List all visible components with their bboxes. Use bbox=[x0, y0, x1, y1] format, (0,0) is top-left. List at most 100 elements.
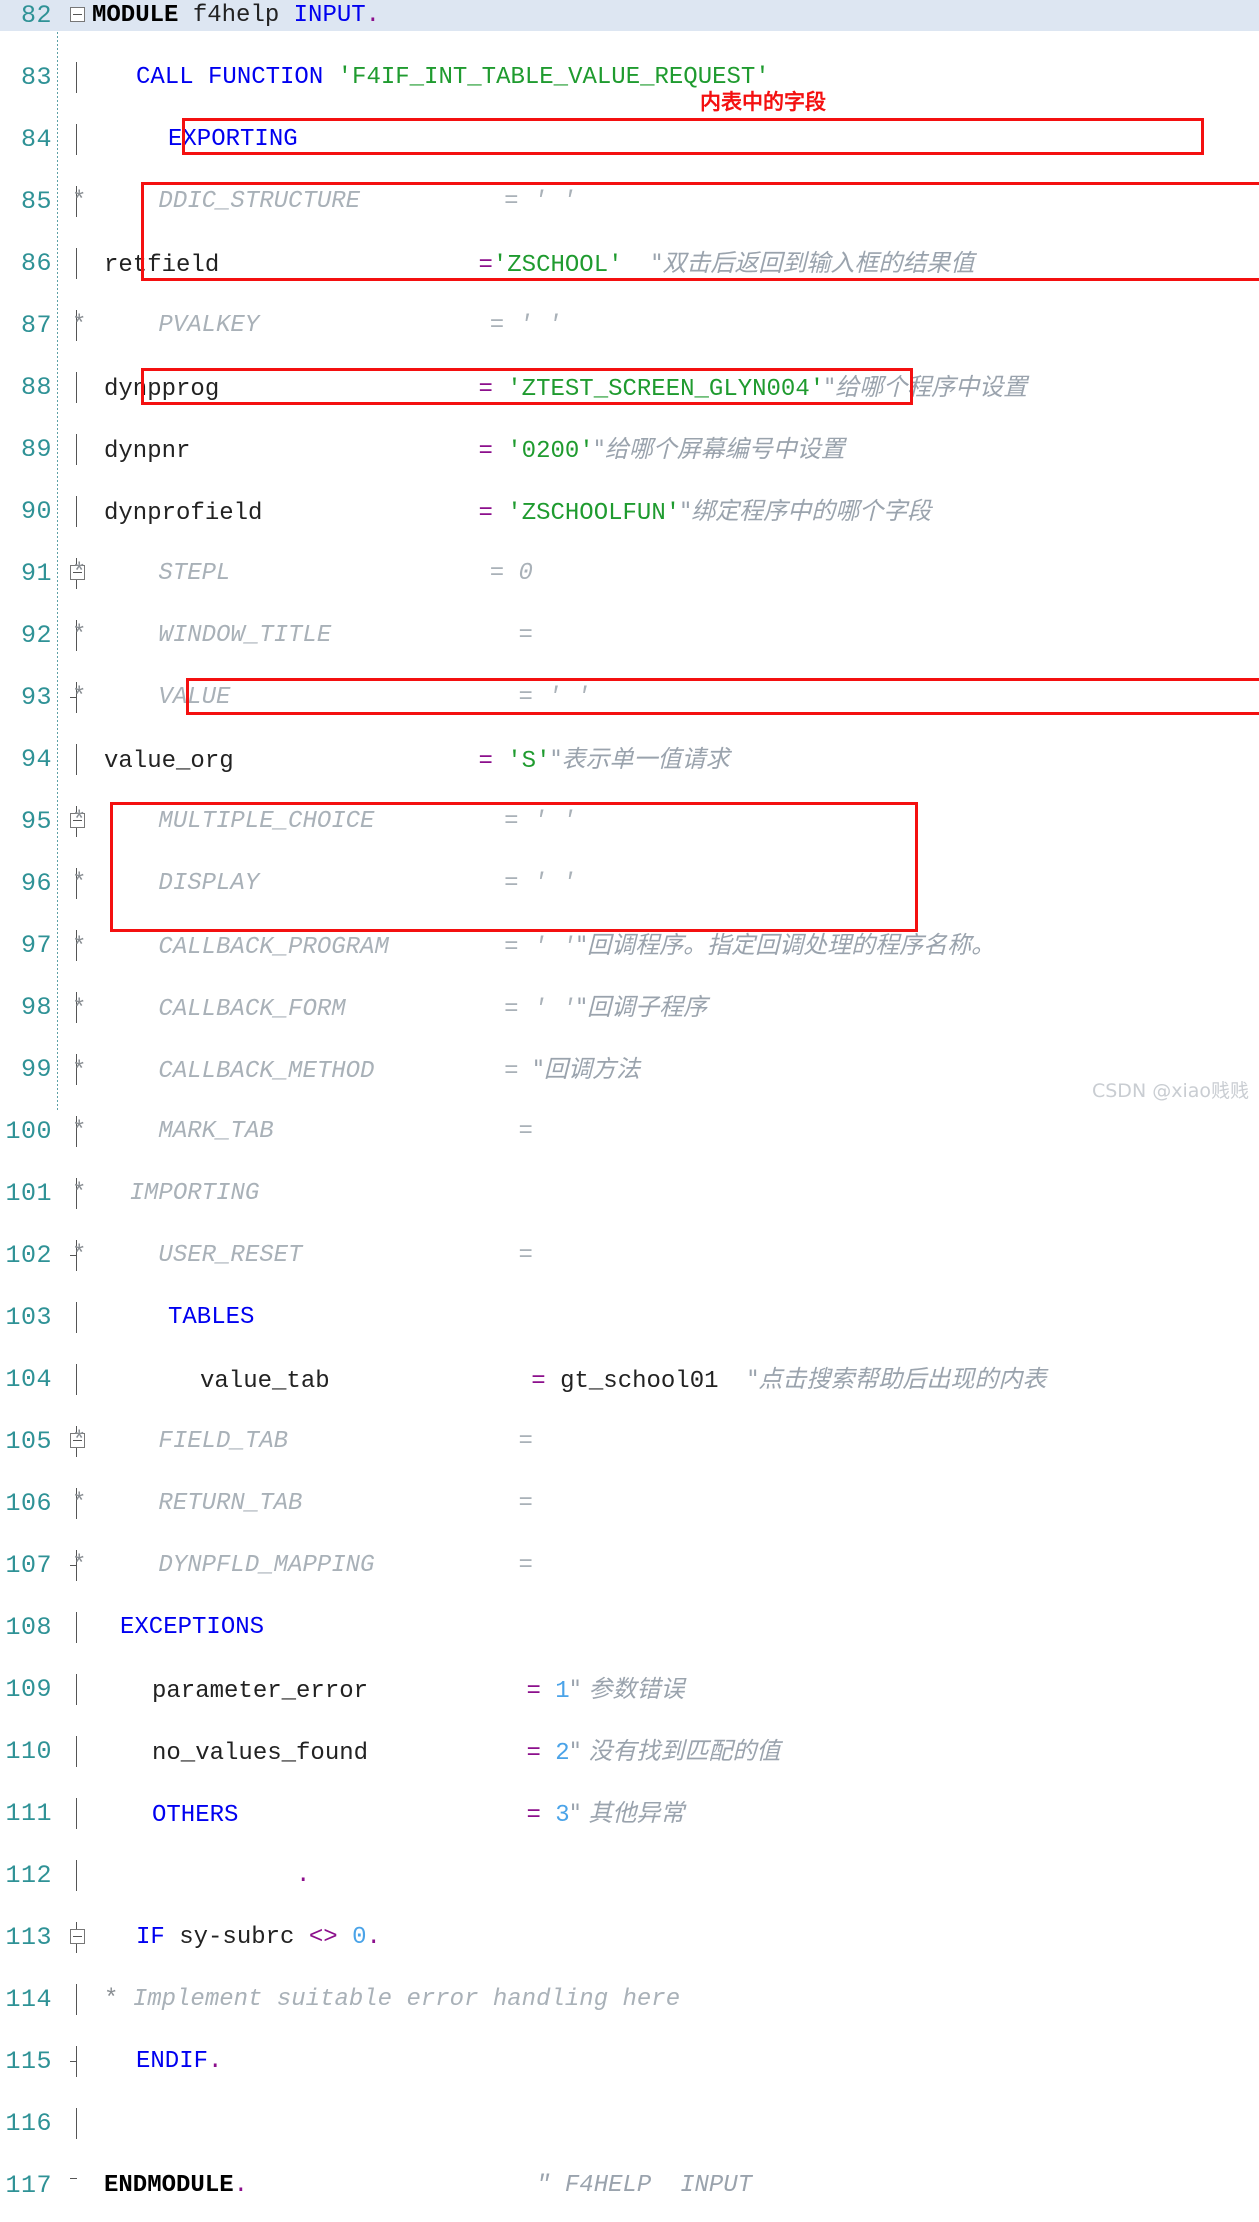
code-line-83[interactable]: 83 CALL FUNCTION 'F4IF_INT_TABLE_VALUE_R… bbox=[0, 62, 1259, 93]
code-text-93: * VALUE = ' ' bbox=[72, 682, 591, 713]
code-text-100: * MARK_TAB = bbox=[72, 1116, 533, 1147]
token-param: value_tab bbox=[200, 1368, 330, 1395]
fold-guide-83 bbox=[62, 62, 92, 93]
code-line-84[interactable]: 84 EXPORTING bbox=[0, 124, 1259, 155]
token-value: ' ' bbox=[547, 684, 591, 711]
line-number: 101 bbox=[5, 1179, 52, 1208]
code-line-96[interactable]: 96 * DISPLAY = ' ' bbox=[0, 868, 1259, 899]
code-text-109: parameter_error = 1" 参数错误 bbox=[152, 1674, 684, 1705]
line-number: 104 bbox=[5, 1365, 52, 1394]
token-comment: "回调方法 bbox=[532, 1055, 640, 1083]
token-comment-star: * bbox=[72, 1118, 87, 1145]
token-param: retfield bbox=[104, 252, 220, 279]
code-text-89: dynpnr = '0200'"给哪个屏幕编号中设置 bbox=[104, 434, 845, 465]
code-line-98[interactable]: 98 * CALLBACK_FORM = ' '"回调子程序 bbox=[0, 992, 1259, 1023]
token-period: . bbox=[296, 1862, 311, 1889]
code-line-115[interactable]: 115 ENDIF. bbox=[0, 2046, 1259, 2077]
token-equals: = bbox=[504, 808, 519, 835]
token-number: 3 bbox=[555, 1802, 570, 1829]
code-line-104[interactable]: 104 value_tab = gt_school01 "点击搜索帮助后出现的内… bbox=[0, 1364, 1259, 1395]
code-line-82[interactable]: 82 MODULE f4help INPUT. bbox=[0, 0, 1259, 31]
token-comment-star: * bbox=[72, 312, 87, 339]
line-number: 90 bbox=[20, 497, 52, 526]
code-line-99[interactable]: 99 * CALLBACK_METHOD = "回调方法 bbox=[0, 1054, 1259, 1085]
code-line-101[interactable]: 101 * IMPORTING bbox=[0, 1178, 1259, 1209]
code-text-107: * DYNPFLD_MAPPING = bbox=[72, 1550, 533, 1581]
token-keyword: OTHERS bbox=[152, 1802, 239, 1829]
code-line-103[interactable]: 103 TABLES bbox=[0, 1302, 1259, 1333]
line-number: 89 bbox=[20, 435, 52, 464]
code-line-109[interactable]: 109 parameter_error = 1" 参数错误 bbox=[0, 1674, 1259, 1705]
fold-guide-116 bbox=[62, 2108, 92, 2139]
fold-marker-113[interactable] bbox=[62, 1922, 92, 1953]
code-line-111[interactable]: 111 OTHERS = 3" 其他异常 bbox=[0, 1798, 1259, 1829]
line-number: 108 bbox=[5, 1613, 52, 1642]
fold-marker-82[interactable] bbox=[62, 0, 92, 31]
code-line-90[interactable]: 90 dynprofield = 'ZSCHOOLFUN'"绑定程序中的哪个字段 bbox=[0, 496, 1259, 527]
code-line-89[interactable]: 89 dynpnr = '0200'"给哪个屏幕编号中设置 bbox=[0, 434, 1259, 465]
code-line-105[interactable]: 105 * FIELD_TAB = bbox=[0, 1426, 1259, 1457]
code-line-102[interactable]: 102 * USER_RESET = bbox=[0, 1240, 1259, 1271]
token-param: dynpnr bbox=[104, 438, 191, 465]
token-equals: = bbox=[504, 1058, 519, 1085]
line-number: 111 bbox=[5, 1799, 52, 1828]
code-text-111: OTHERS = 3" 其他异常 bbox=[152, 1798, 684, 1829]
line-number: 97 bbox=[20, 931, 52, 960]
fold-guide-94 bbox=[62, 744, 92, 775]
code-line-107[interactable]: 107 * DYNPFLD_MAPPING = bbox=[0, 1550, 1259, 1581]
token-number: 1 bbox=[555, 1678, 570, 1705]
fold-guide-84 bbox=[62, 124, 92, 155]
code-line-91[interactable]: 91 * STEPL = 0 bbox=[0, 558, 1259, 589]
token-comment-star: * bbox=[72, 1428, 87, 1455]
line-number: 96 bbox=[20, 869, 52, 898]
token-param: CALLBACK_FORM bbox=[158, 996, 346, 1023]
fold-guide-86 bbox=[62, 248, 92, 279]
code-line-108[interactable]: 108 EXCEPTIONS bbox=[0, 1612, 1259, 1643]
code-text-88: dynpprog = 'ZTEST_SCREEN_GLYN004'"给哪个程序中… bbox=[104, 372, 1027, 403]
token-comment-star: * bbox=[72, 1552, 87, 1579]
code-line-112[interactable]: 112 . bbox=[0, 1860, 1259, 1891]
token-comment: " 其他异常 bbox=[569, 1799, 685, 1827]
token-equals: = bbox=[518, 1490, 533, 1517]
code-line-92[interactable]: 92 * WINDOW_TITLE = bbox=[0, 620, 1259, 651]
token-string: 'ZSCHOOL' bbox=[492, 252, 623, 279]
token-equals: = bbox=[518, 1552, 533, 1579]
code-line-117[interactable]: 117 ENDMODULE. " F4HELP INPUT bbox=[0, 2170, 1259, 2201]
code-line-106[interactable]: 106 * RETURN_TAB = bbox=[0, 1488, 1259, 1519]
code-line-94[interactable]: 94 value_org = 'S'"表示单一值请求 bbox=[0, 744, 1259, 775]
code-line-110[interactable]: 110 no_values_found = 2" 没有找到匹配的值 bbox=[0, 1736, 1259, 1767]
line-number: 99 bbox=[20, 1055, 52, 1084]
token-string: 'S' bbox=[507, 748, 551, 775]
fold-guide-90 bbox=[62, 496, 92, 527]
token-equals: = bbox=[504, 188, 519, 215]
code-line-97[interactable]: 97 * CALLBACK_PROGRAM = ' '"回调程序。指定回调处理的… bbox=[0, 930, 1259, 961]
code-line-95[interactable]: 95 * MULTIPLE_CHOICE = ' ' bbox=[0, 806, 1259, 837]
token-keyword: CALL bbox=[136, 64, 194, 91]
code-line-86[interactable]: 86 retfield ='ZSCHOOL' "双击后返回到输入框的结果值 bbox=[0, 248, 1259, 279]
token-string: 'F4IF_INT_TABLE_VALUE_REQUEST' bbox=[337, 64, 770, 91]
token-equals: = bbox=[518, 622, 533, 649]
token-value: 0 bbox=[518, 560, 533, 587]
token-equals: = bbox=[518, 1428, 533, 1455]
token-param: value_org bbox=[104, 748, 234, 775]
line-number: 86 bbox=[20, 249, 52, 278]
code-line-116[interactable]: 116 bbox=[0, 2108, 1259, 2139]
token-comment: "表示单一值请求 bbox=[550, 745, 730, 773]
code-editor[interactable]: 82 MODULE f4help INPUT. 83 CALL FUNCTION… bbox=[0, 0, 1259, 2200]
code-text-108: EXCEPTIONS bbox=[120, 1612, 264, 1643]
token-comment-star: * bbox=[72, 996, 87, 1023]
token-comment-star: * bbox=[104, 1986, 119, 2013]
code-line-113[interactable]: 113 IF sy-subrc <> 0. bbox=[0, 1922, 1259, 1953]
code-text-83: CALL FUNCTION 'F4IF_INT_TABLE_VALUE_REQU… bbox=[136, 62, 770, 93]
code-line-100[interactable]: 100 * MARK_TAB = bbox=[0, 1116, 1259, 1147]
token-comment: Implement suitable error handling here bbox=[132, 1986, 681, 2013]
code-line-85[interactable]: 85 * DDIC_STRUCTURE = ' ' bbox=[0, 186, 1259, 217]
token-number: 0 bbox=[352, 1924, 367, 1951]
code-line-88[interactable]: 88 dynpprog = 'ZTEST_SCREEN_GLYN004'"给哪个… bbox=[0, 372, 1259, 403]
token-keyword: EXPORTING bbox=[168, 126, 298, 153]
token-identifier: sy-subrc bbox=[179, 1924, 295, 1951]
code-line-93[interactable]: 93 * VALUE = ' ' bbox=[0, 682, 1259, 713]
line-number: 117 bbox=[5, 2171, 52, 2200]
code-line-87[interactable]: 87 * PVALKEY = ' ' bbox=[0, 310, 1259, 341]
code-line-114[interactable]: 114 * Implement suitable error handling … bbox=[0, 1984, 1259, 2015]
